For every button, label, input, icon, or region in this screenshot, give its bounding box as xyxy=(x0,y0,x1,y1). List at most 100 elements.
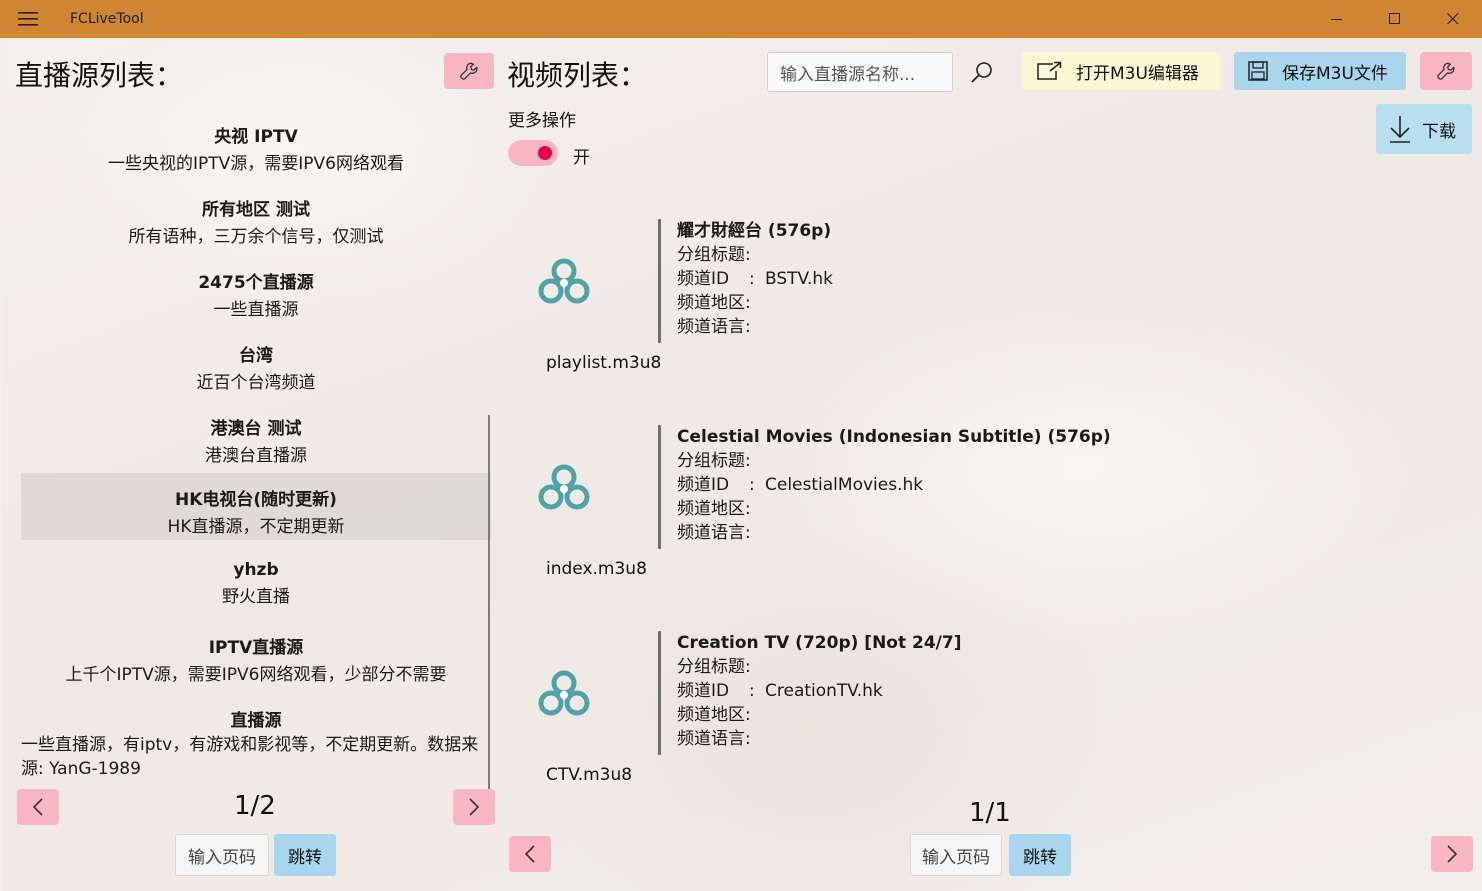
save-m3u-button[interactable]: 保存M3U文件 xyxy=(1234,52,1406,90)
download-button[interactable]: 下载 xyxy=(1376,104,1472,154)
maximize-button[interactable] xyxy=(1366,0,1424,38)
video-divider xyxy=(658,219,661,343)
save-label: 保存M3U文件 xyxy=(1282,63,1388,84)
toggle-knob xyxy=(538,146,552,160)
group-label: 分组标题: xyxy=(677,245,751,265)
source-next-page-button[interactable] xyxy=(453,789,495,825)
source-page-indicator: 1/2 xyxy=(234,791,276,821)
video-page-input[interactable]: 输入页码 xyxy=(910,834,1002,876)
search-input[interactable]: 输入直播源名称... xyxy=(767,52,953,92)
source-desc: 一些直播源 xyxy=(213,300,299,320)
video-page-indicator: 1/1 xyxy=(969,798,1011,828)
fc-team-logo-icon xyxy=(538,670,590,716)
source-desc: 所有语种，三万余个信号，仅测试 xyxy=(128,227,384,247)
source-item[interactable]: 直播源 一些直播源，有iptv，有游戏和影视等，不定期更新。数据来源: YanG… xyxy=(21,698,491,794)
region-label: 频道地区: xyxy=(677,499,751,519)
channel-id-label: 频道ID xyxy=(677,681,730,701)
chevron-right-icon xyxy=(469,798,480,816)
source-desc: 野火直播 xyxy=(222,587,290,607)
source-name: 直播源 xyxy=(230,711,282,731)
video-title: Celestial Movies (Indonesian Subtitle) (… xyxy=(677,427,1111,447)
video-title: 耀才財經台 (576p) xyxy=(677,221,832,241)
video-file-name: playlist.m3u8 xyxy=(546,353,662,373)
group-label: 分组标题: xyxy=(677,451,751,471)
video-item[interactable]: index.m3u8 Celestial Movies (Indonesian … xyxy=(508,425,1408,625)
video-item[interactable]: playlist.m3u8 耀才財經台 (576p) 分组标题: 频道ID: BS… xyxy=(508,219,1408,419)
minimize-button[interactable] xyxy=(1308,0,1366,38)
open-editor-label: 打开M3U编辑器 xyxy=(1076,63,1199,84)
source-settings-button[interactable] xyxy=(444,53,494,89)
chevron-left-icon xyxy=(524,845,535,863)
open-m3u-editor-button[interactable]: 打开M3U编辑器 xyxy=(1022,52,1220,90)
video-item[interactable]: CTV.m3u8 Creation TV (720p) [Not 24/7] 分… xyxy=(508,631,1408,831)
hamburger-menu-icon[interactable] xyxy=(0,0,56,38)
close-button[interactable] xyxy=(1424,0,1482,38)
video-info: Celestial Movies (Indonesian Subtitle) (… xyxy=(677,425,1111,545)
source-desc: 上千个IPTV源，需要IPV6网络观看，少部分不需要 xyxy=(65,665,447,685)
video-jump-button[interactable]: 跳转 xyxy=(1009,834,1071,876)
toggle-state-label: 开 xyxy=(573,148,590,168)
language-label: 频道语言: xyxy=(677,317,751,337)
channel-id-label: 频道ID xyxy=(677,475,730,495)
source-item[interactable]: 央视 IPTV 一些央视的IPTV源，需要IPV6网络观看 xyxy=(21,114,491,180)
video-title: Creation TV (720p) [Not 24/7] xyxy=(677,633,962,653)
source-item[interactable]: 港澳台 测试 港澳台直播源 xyxy=(21,406,491,472)
source-item[interactable]: 台湾 近百个台湾频道 xyxy=(21,333,491,399)
fc-team-logo-icon xyxy=(538,258,590,304)
source-page-input[interactable]: 输入页码 xyxy=(175,834,269,876)
channel-id-value: CelestialMovies.hk xyxy=(765,475,924,495)
download-icon xyxy=(1390,116,1410,143)
download-label: 下载 xyxy=(1422,121,1456,142)
source-prev-page-button[interactable] xyxy=(17,789,59,825)
field-separator: : xyxy=(749,681,755,701)
wrench-icon xyxy=(1437,62,1455,80)
channel-id-label: 频道ID xyxy=(677,269,730,289)
group-label: 分组标题: xyxy=(677,657,751,677)
source-list-scrollbar[interactable] xyxy=(488,415,490,805)
source-desc: 近百个台湾频道 xyxy=(196,373,316,393)
source-name: HK电视台(随时更新) xyxy=(175,490,337,510)
video-file-name: CTV.m3u8 xyxy=(546,765,633,785)
video-file-name: index.m3u8 xyxy=(546,559,647,579)
video-list-heading: 视频列表： xyxy=(507,59,648,92)
source-name: 台湾 xyxy=(239,346,273,366)
source-list: 央视 IPTV 一些央视的IPTV源，需要IPV6网络观看 所有地区 测试 所有… xyxy=(21,114,491,794)
video-prev-page-button[interactable] xyxy=(509,836,551,872)
source-item[interactable]: yhzb 野火直播 xyxy=(21,552,491,618)
chevron-left-icon xyxy=(32,798,43,816)
video-info: 耀才財經台 (576p) 分组标题: 频道ID: BSTV.hk 频道地区: 频道… xyxy=(677,219,833,339)
source-name: 央视 IPTV xyxy=(214,127,298,147)
source-item[interactable]: 所有地区 测试 所有语种，三万余个信号，仅测试 xyxy=(21,187,491,253)
video-next-page-button[interactable] xyxy=(1431,836,1473,872)
source-jump-button[interactable]: 跳转 xyxy=(274,834,336,876)
search-icon xyxy=(971,62,992,83)
source-name: 2475个直播源 xyxy=(198,273,314,293)
channel-id-value: CreationTV.hk xyxy=(765,681,883,701)
language-label: 频道语言: xyxy=(677,729,751,749)
source-item[interactable]: IPTV直播源 上千个IPTV源，需要IPV6网络观看，少部分不需要 xyxy=(21,625,491,691)
channel-id-value: BSTV.hk xyxy=(765,269,833,289)
source-name: 港澳台 测试 xyxy=(210,419,302,439)
save-icon xyxy=(1248,61,1268,81)
more-operations-toggle[interactable] xyxy=(508,140,558,166)
chevron-right-icon xyxy=(1447,845,1458,863)
wrench-icon xyxy=(460,62,478,80)
video-settings-button[interactable] xyxy=(1420,52,1472,90)
field-separator: : xyxy=(749,269,755,289)
source-item-selected[interactable]: HK电视台(随时更新) HK直播源，不定期更新 xyxy=(21,473,491,540)
main-content: 直播源列表： 央视 IPTV 一些央视的IPTV源，需要IPV6网络观看 所有地… xyxy=(3,38,1482,891)
video-divider xyxy=(658,631,661,755)
fc-team-logo-icon xyxy=(538,464,590,510)
source-desc: HK直播源，不定期更新 xyxy=(167,517,345,537)
source-list-heading: 直播源列表： xyxy=(15,59,184,92)
source-name: 所有地区 测试 xyxy=(202,200,310,220)
source-desc: 一些直播源，有iptv，有游戏和影视等，不定期更新。数据来源: YanG-198… xyxy=(21,735,479,779)
title-bar: FCLiveTool xyxy=(0,0,1482,38)
video-info: Creation TV (720p) [Not 24/7] 分组标题: 频道ID… xyxy=(677,631,961,751)
source-desc: 一些央视的IPTV源，需要IPV6网络观看 xyxy=(108,154,404,174)
source-item[interactable]: 2475个直播源 一些直播源 xyxy=(21,260,491,326)
region-label: 频道地区: xyxy=(677,705,751,725)
video-divider xyxy=(658,425,661,549)
search-button[interactable] xyxy=(966,56,998,88)
window-title: FCLiveTool xyxy=(70,11,144,27)
